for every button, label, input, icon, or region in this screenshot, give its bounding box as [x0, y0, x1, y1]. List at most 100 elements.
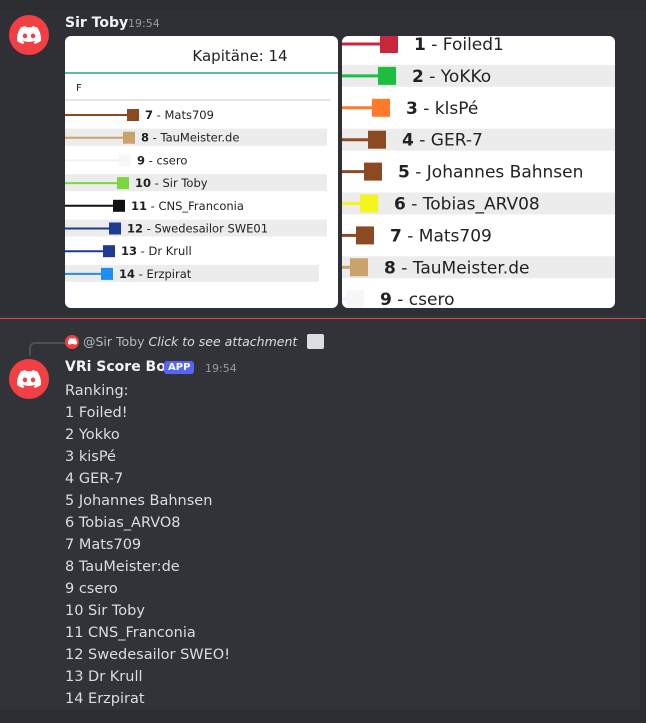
image-icon	[307, 334, 325, 349]
left-row-rank: 14	[119, 267, 135, 281]
left-row-label: 7 - Mats709	[145, 108, 214, 122]
top-bar	[0, 0, 646, 10]
right-row: 9 - csero	[342, 290, 454, 308]
ranking-line: 1 Foiled!	[65, 405, 128, 421]
right-row-label: 1 - Foiled1	[414, 36, 504, 55]
right-row-name: - Foiled1	[426, 36, 504, 55]
right-row-label: 2 - YoKKo	[412, 67, 491, 87]
app-badge: APP	[164, 361, 195, 374]
boat-marker	[346, 290, 364, 308]
right-row: 4 - GER-7	[342, 128, 615, 151]
message-sir-toby: Sir Toby 19:54 Kapitäne: 14 F 7 - Mats70…	[0, 10, 646, 315]
boat-marker	[372, 98, 390, 117]
right-row: 5 - Johannes Bahnsen	[342, 162, 583, 183]
right-row-rank: 4	[402, 131, 414, 151]
right-row-rank: 9	[380, 290, 392, 308]
left-row: 13 - Dr Krull	[65, 244, 192, 258]
reply-preview[interactable]: @Sir Toby Click to see attachment	[65, 334, 325, 349]
discord-logo-icon	[17, 26, 41, 44]
discord-logo-icon	[17, 370, 41, 388]
right-row-rank: 8	[384, 258, 396, 278]
right-row-name: - Mats709	[402, 226, 492, 246]
boat-marker	[364, 162, 382, 181]
ranking-line: 9 csero	[65, 581, 118, 597]
right-row-rank: 3	[406, 99, 418, 119]
boat-marker	[360, 194, 378, 213]
right-row: 1 - Foiled1	[342, 36, 504, 55]
right-row-label: 8 - TauMeister.de	[384, 258, 529, 278]
left-row-name: - Swedesailor SWE01	[143, 222, 268, 236]
left-row: 11 - CNS_Franconia	[65, 199, 244, 213]
boat-marker	[119, 154, 131, 167]
left-row: 14 - Erzpirat	[65, 264, 319, 282]
left-row-name: - Dr Krull	[137, 244, 192, 258]
right-row: 6 - Tobias_ARV08	[342, 192, 615, 215]
right-row-name: - klsPé	[418, 99, 478, 119]
reply-author[interactable]: @Sir Toby	[83, 334, 145, 349]
right-row-label: 5 - Johannes Bahnsen	[398, 163, 583, 183]
bottom-bar	[0, 710, 646, 723]
scoreboard-left-panel: Kapitäne: 14 F 7 - Mats709 8 - TauMeister…	[65, 36, 338, 308]
author-name[interactable]: Sir Toby	[65, 15, 128, 31]
left-row-name: - Mats709	[153, 108, 214, 122]
boat-marker	[368, 130, 386, 149]
right-row-name: - GER-7	[414, 131, 483, 151]
left-row-label: 13 - Dr Krull	[121, 244, 192, 258]
message-content: Ranking: 1 Foiled! 2 Yokko 3 kisPé 4 GER-7 5 …	[65, 380, 230, 710]
ranking-line: 7 Mats709	[65, 537, 142, 553]
timestamp: 19:54	[128, 17, 160, 30]
left-row-rank: 7	[145, 108, 153, 122]
right-row-name: - csero	[392, 290, 455, 308]
right-row-rank: 7	[390, 226, 402, 246]
scoreboard-right-panel: 1 - Foiled1 2 - YoKKo 3 - klsPé 4 - GER-7 5 …	[342, 36, 615, 308]
message-score-bot: @Sir Toby Click to see attachment VRi Sc…	[0, 320, 646, 710]
ranking-line: 14 Erzpirat	[65, 691, 145, 707]
right-row: 3 - klsPé	[342, 98, 478, 119]
bot-avatar[interactable]	[9, 359, 49, 399]
filter-text: F	[76, 83, 82, 94]
left-row-name: - Erzpirat	[135, 267, 192, 281]
right-row-rank: 5	[398, 163, 410, 183]
right-row-name: - Tobias_ARV08	[406, 195, 540, 215]
boat-marker	[123, 131, 135, 144]
right-row: 8 - TauMeister.de	[342, 256, 615, 279]
left-row-label: 14 - Erzpirat	[119, 267, 192, 281]
left-row-label: 11 - CNS_Franconia	[131, 199, 244, 213]
ranking-line: 5 Johannes Bahnsen	[65, 493, 213, 509]
bot-author-name[interactable]: VRi Score Bot	[65, 359, 173, 375]
left-row-name: - CNS_Franconia	[147, 199, 244, 213]
right-row-rank: 1	[414, 36, 426, 55]
boat-marker	[101, 267, 113, 280]
right-row-name: - YoKKo	[424, 67, 491, 87]
left-row-rank: 12	[127, 222, 143, 236]
right-row-label: 6 - Tobias_ARV08	[394, 195, 540, 215]
boat-marker	[127, 109, 139, 121]
boat-marker	[103, 245, 115, 258]
boat-marker	[350, 258, 368, 277]
left-row-rank: 8	[141, 131, 149, 145]
captains-title: Kapitäne: 14	[192, 47, 287, 65]
left-row-label: 8 - TauMeister.de	[141, 131, 239, 145]
left-row-name: - Sir Toby	[151, 176, 208, 190]
left-row-name: - csero	[145, 153, 187, 167]
image-attachment[interactable]: Kapitäne: 14 F 7 - Mats709 8 - TauMeister…	[65, 36, 615, 308]
right-row-label: 3 - klsPé	[406, 99, 478, 119]
ranking-line: Ranking:	[65, 383, 129, 399]
left-row-name: - TauMeister.de	[149, 131, 239, 145]
right-row: 7 - Mats709	[342, 226, 492, 246]
left-row: 9 - csero	[65, 153, 187, 167]
left-row: 12 - Swedesailor SWE01	[65, 219, 327, 237]
scoreboard-right: 1 - Foiled12 - YoKKo3 - klsPé4 - GER-75 …	[342, 36, 615, 308]
reply-attachment-link[interactable]: Click to see attachment	[149, 334, 298, 349]
right-row-rank: 2	[412, 67, 424, 87]
boat-marker	[109, 222, 121, 235]
avatar[interactable]	[9, 15, 49, 55]
timestamp: 19:54	[205, 362, 237, 375]
reply-avatar	[65, 334, 79, 349]
left-row-rank: 11	[131, 199, 147, 213]
right-row-label: 7 - Mats709	[390, 226, 492, 246]
left-row-rank: 9	[137, 153, 145, 167]
left-row-label: 12 - Swedesailor SWE01	[127, 222, 268, 236]
left-row: 8 - TauMeister.de	[65, 128, 327, 146]
ranking-line: 3 kisPé	[65, 449, 116, 465]
